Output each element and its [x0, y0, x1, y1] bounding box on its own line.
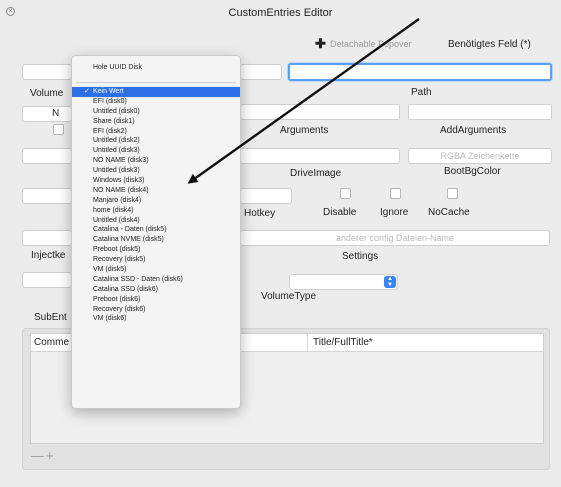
annotation-arrow — [187, 18, 420, 184]
